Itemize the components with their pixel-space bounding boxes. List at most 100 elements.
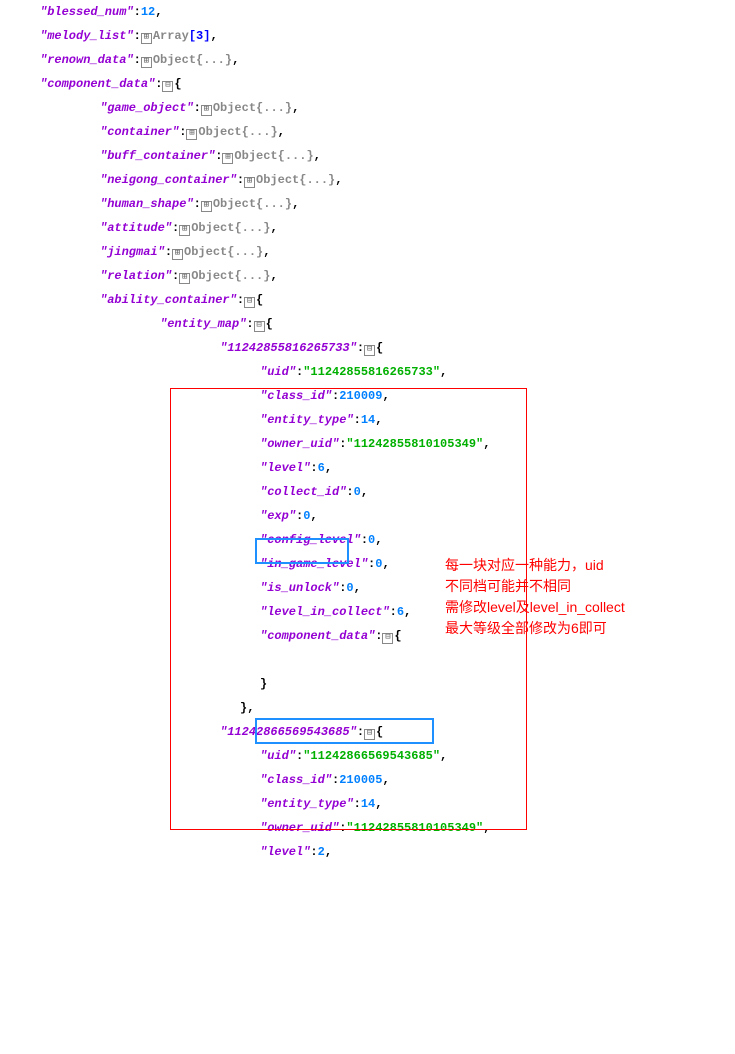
row-attitude[interactable]: "attitude":⊞Object{...}, bbox=[40, 216, 735, 240]
row-entity-type[interactable]: "entity_type":14, bbox=[40, 408, 735, 432]
row-blessed-num[interactable]: "blessed_num":12, bbox=[40, 0, 735, 24]
collapse-icon[interactable]: ⊟ bbox=[382, 633, 393, 644]
brace-close: } bbox=[260, 677, 267, 691]
collapse-icon[interactable]: ⊟ bbox=[254, 321, 265, 332]
row-level[interactable]: "level":2, bbox=[40, 840, 735, 864]
row-entity-1-id[interactable]: "11242855816265733":⊟{ bbox=[40, 336, 735, 360]
type-label: Object bbox=[256, 173, 299, 187]
row-collect-id[interactable]: "collect_id":0, bbox=[40, 480, 735, 504]
row-human-shape[interactable]: "human_shape":⊞Object{...}, bbox=[40, 192, 735, 216]
row-entity-type[interactable]: "entity_type":14, bbox=[40, 792, 735, 816]
expand-icon[interactable]: ⊞ bbox=[141, 33, 152, 44]
comma: , bbox=[483, 821, 490, 835]
value-number: 2 bbox=[318, 845, 325, 859]
expand-icon[interactable]: ⊞ bbox=[172, 249, 183, 260]
collapse-icon[interactable]: ⊟ bbox=[244, 297, 255, 308]
brace-open: { bbox=[256, 293, 263, 307]
dots: {...} bbox=[234, 269, 270, 283]
key: "attitude" bbox=[100, 221, 172, 235]
collapse-icon[interactable]: ⊟ bbox=[162, 81, 173, 92]
comma: , bbox=[270, 269, 277, 283]
row-uid[interactable]: "uid":"11242855816265733", bbox=[40, 360, 735, 384]
annotation-line: 最大等级全部修改为6即可 bbox=[445, 618, 625, 639]
expand-icon[interactable]: ⊞ bbox=[179, 225, 190, 236]
row-is-unlock[interactable]: "is_unlock":0, bbox=[40, 576, 735, 600]
key: "component_data" bbox=[40, 77, 155, 91]
row-exp[interactable]: "exp":0, bbox=[40, 504, 735, 528]
json-tree: "blessed_num":12, "melody_list":⊞Array[3… bbox=[0, 0, 735, 864]
comma: , bbox=[375, 413, 382, 427]
key: "neigong_container" bbox=[100, 173, 237, 187]
value-string: "11242855810105349" bbox=[346, 437, 483, 451]
row-ability-container[interactable]: "ability_container":⊟{ bbox=[40, 288, 735, 312]
colon: : bbox=[310, 461, 317, 475]
row-owner-uid[interactable]: "owner_uid":"11242855810105349", bbox=[40, 816, 735, 840]
row-uid[interactable]: "uid":"11242866569543685", bbox=[40, 744, 735, 768]
brace-close: }, bbox=[240, 701, 254, 715]
row-relation[interactable]: "relation":⊞Object{...}, bbox=[40, 264, 735, 288]
colon: : bbox=[134, 5, 141, 19]
row-brace-close: } bbox=[40, 672, 735, 696]
value-number: 210009 bbox=[339, 389, 382, 403]
expand-icon[interactable]: ⊞ bbox=[179, 273, 190, 284]
row-jingmai[interactable]: "jingmai":⊞Object{...}, bbox=[40, 240, 735, 264]
key: "uid" bbox=[260, 749, 296, 763]
key: "owner_uid" bbox=[260, 437, 339, 451]
key: "entity_map" bbox=[160, 317, 246, 331]
row-container[interactable]: "container":⊞Object{...}, bbox=[40, 120, 735, 144]
collapse-icon[interactable]: ⊟ bbox=[364, 345, 375, 356]
colon: : bbox=[310, 845, 317, 859]
row-melody-list[interactable]: "melody_list":⊞Array[3], bbox=[40, 24, 735, 48]
row-in-game-level[interactable]: "in_game_level":0, bbox=[40, 552, 735, 576]
key: "entity_type" bbox=[260, 797, 354, 811]
comma: , bbox=[382, 389, 389, 403]
dots: {...} bbox=[227, 245, 263, 259]
value-number: 14 bbox=[361, 413, 375, 427]
colon: : bbox=[390, 605, 397, 619]
comma: , bbox=[440, 365, 447, 379]
value-number: 6 bbox=[318, 461, 325, 475]
colon: : bbox=[179, 125, 186, 139]
collapse-icon[interactable]: ⊟ bbox=[364, 729, 375, 740]
expand-icon[interactable]: ⊞ bbox=[201, 105, 212, 116]
value-string: "11242855816265733" bbox=[303, 365, 440, 379]
row-entity-map[interactable]: "entity_map":⊟{ bbox=[40, 312, 735, 336]
expand-icon[interactable]: ⊞ bbox=[141, 57, 152, 68]
key: "human_shape" bbox=[100, 197, 194, 211]
type-label: Object bbox=[213, 197, 256, 211]
row-buff-container[interactable]: "buff_container":⊞Object{...}, bbox=[40, 144, 735, 168]
row-neigong-container[interactable]: "neigong_container":⊞Object{...}, bbox=[40, 168, 735, 192]
row-config-level[interactable]: "config_level":0, bbox=[40, 528, 735, 552]
comma: , bbox=[310, 509, 317, 523]
row-entity-component-data[interactable]: "component_data":⊟{ bbox=[40, 624, 735, 648]
row-brace-close: }, bbox=[40, 696, 735, 720]
row-component-data[interactable]: "component_data":⊟{ bbox=[40, 72, 735, 96]
row-level-in-collect[interactable]: "level_in_collect":6, bbox=[40, 600, 735, 624]
colon: : bbox=[361, 533, 368, 547]
colon: : bbox=[357, 725, 364, 739]
dots: {...} bbox=[196, 53, 232, 67]
expand-icon[interactable]: ⊞ bbox=[201, 201, 212, 212]
row-entity-2-id[interactable]: "11242866569543685":⊟{ bbox=[40, 720, 735, 744]
row-class-id[interactable]: "class_id":210005, bbox=[40, 768, 735, 792]
value-number: 0 bbox=[354, 485, 361, 499]
comma: , bbox=[354, 581, 361, 595]
value-number: 12 bbox=[141, 5, 155, 19]
comma: , bbox=[292, 197, 299, 211]
expand-icon[interactable]: ⊞ bbox=[244, 177, 255, 188]
row-owner-uid[interactable]: "owner_uid":"11242855810105349", bbox=[40, 432, 735, 456]
row-class-id[interactable]: "class_id":210009, bbox=[40, 384, 735, 408]
expand-icon[interactable]: ⊞ bbox=[222, 153, 233, 164]
expand-icon[interactable]: ⊞ bbox=[186, 129, 197, 140]
dots: {...} bbox=[256, 197, 292, 211]
row-renown-data[interactable]: "renown_data":⊞Object{...}, bbox=[40, 48, 735, 72]
key: "game_object" bbox=[100, 101, 194, 115]
type-label: Object bbox=[234, 149, 277, 163]
row-level[interactable]: "level":6, bbox=[40, 456, 735, 480]
row-game-object[interactable]: "game_object":⊞Object{...}, bbox=[40, 96, 735, 120]
key: "exp" bbox=[260, 509, 296, 523]
colon: : bbox=[346, 485, 353, 499]
brace-open: { bbox=[266, 317, 273, 331]
value-string: "11242855810105349" bbox=[346, 821, 483, 835]
key: "jingmai" bbox=[100, 245, 165, 259]
